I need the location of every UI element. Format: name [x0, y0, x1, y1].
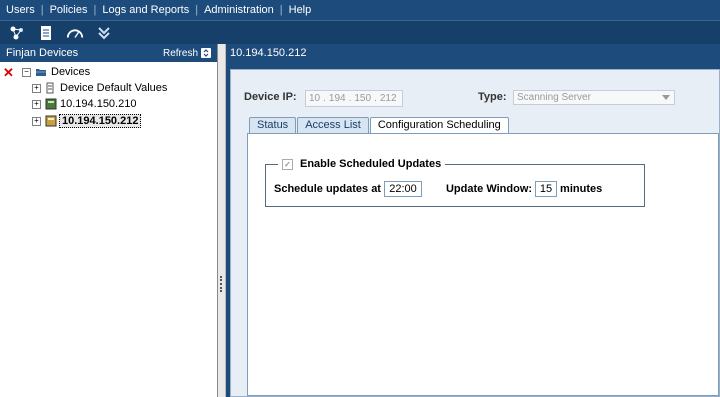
devices-folder-icon	[36, 69, 46, 76]
tree-node-devices[interactable]: − Devices	[22, 64, 90, 80]
devices-panel: Finjan Devices Refresh ✕ − Devices + Dev…	[0, 44, 218, 397]
refresh-label: Refresh	[162, 47, 198, 59]
type-label: Type:	[478, 91, 507, 103]
tab-configuration-scheduling[interactable]: Configuration Scheduling	[369, 117, 509, 133]
tab-status[interactable]: Status	[249, 117, 297, 133]
tab-bar: Status Access List Configuration Schedul…	[249, 117, 510, 133]
scheduled-updates-legend: ✓ Enable Scheduled Updates	[278, 158, 446, 170]
tree-label-device-212: 10.194.150.212	[59, 114, 142, 128]
expand-icon[interactable]: +	[32, 99, 41, 109]
ip-octet: 194	[328, 93, 346, 104]
schedule-time-input[interactable]: 22:00	[383, 181, 422, 197]
device-ip-label: Device IP:	[244, 91, 297, 103]
download-icon[interactable]	[95, 24, 113, 42]
device-detail-body: Device IP: 10. 194. 150. 212 Type: Scann…	[230, 69, 720, 397]
schedule-updates-label: Schedule updates at	[274, 183, 381, 195]
devices-panel-title: Finjan Devices	[6, 47, 79, 59]
delete-icon[interactable]: ✕	[3, 65, 14, 81]
menu-policies[interactable]: Policies	[44, 0, 94, 20]
document-icon[interactable]	[37, 24, 55, 42]
splitter-grip-icon[interactable]	[220, 276, 224, 292]
menu-bar: Users | Policies | Logs and Reports | Ad…	[0, 0, 720, 20]
gauge-icon[interactable]	[66, 24, 84, 42]
menu-users[interactable]: Users	[0, 0, 41, 20]
device-detail-header: 10.194.150.212	[230, 47, 307, 59]
refresh-button[interactable]: Refresh	[163, 48, 211, 59]
tree-node-device-default-values[interactable]: + Device Default Values	[32, 80, 167, 96]
menu-help[interactable]: Help	[283, 0, 318, 20]
device-icon	[45, 115, 57, 127]
device-detail-panel: 10.194.150.212 Device IP: 10. 194. 150. …	[226, 44, 720, 397]
update-window-input[interactable]: 15	[535, 181, 558, 197]
tree-label-devices: Devices	[51, 66, 91, 78]
network-icon[interactable]	[8, 24, 26, 42]
expand-icon[interactable]: +	[32, 83, 41, 93]
tree-node-device-212[interactable]: + 10.194.150.212	[32, 113, 142, 129]
refresh-icon[interactable]	[201, 48, 211, 58]
devices-panel-header: Finjan Devices Refresh	[0, 44, 217, 62]
scheduled-updates-group: ✓ Enable Scheduled Updates Schedule upda…	[265, 158, 645, 207]
ip-octet: 10	[309, 93, 321, 104]
tree-node-device-210[interactable]: + 10.194.150.210	[32, 96, 136, 112]
tab-access-list[interactable]: Access List	[297, 117, 369, 133]
expand-icon[interactable]: +	[32, 116, 41, 126]
configuration-scheduling-panel: ✓ Enable Scheduled Updates Schedule upda…	[247, 133, 719, 396]
tree-label-default-values: Device Default Values	[60, 82, 168, 94]
device-ip-field: 10. 194. 150. 212	[305, 90, 403, 107]
tree-label-device-210: 10.194.150.210	[60, 98, 137, 110]
enable-scheduled-updates-label: Enable Scheduled Updates	[300, 158, 442, 170]
update-window-unit: minutes	[560, 183, 603, 195]
panel-splitter[interactable]	[218, 44, 226, 397]
update-window-label: Update Window:	[445, 183, 533, 195]
enable-scheduled-updates-checkbox[interactable]: ✓	[282, 158, 293, 170]
menu-administration[interactable]: Administration	[198, 0, 280, 20]
device-icon	[45, 98, 57, 110]
default-values-icon	[46, 82, 54, 94]
type-value: Scanning Server	[517, 92, 591, 103]
ip-octet: 150	[354, 93, 372, 104]
ip-octet: 212	[379, 93, 397, 104]
schedule-row: Schedule updates at 22:00 Update Window:…	[274, 181, 602, 197]
type-select: Scanning Server	[513, 90, 675, 105]
menu-logs-and-reports[interactable]: Logs and Reports	[96, 0, 195, 20]
chevron-down-icon	[662, 95, 670, 100]
toolbar	[0, 20, 720, 44]
collapse-icon[interactable]: −	[22, 67, 31, 77]
